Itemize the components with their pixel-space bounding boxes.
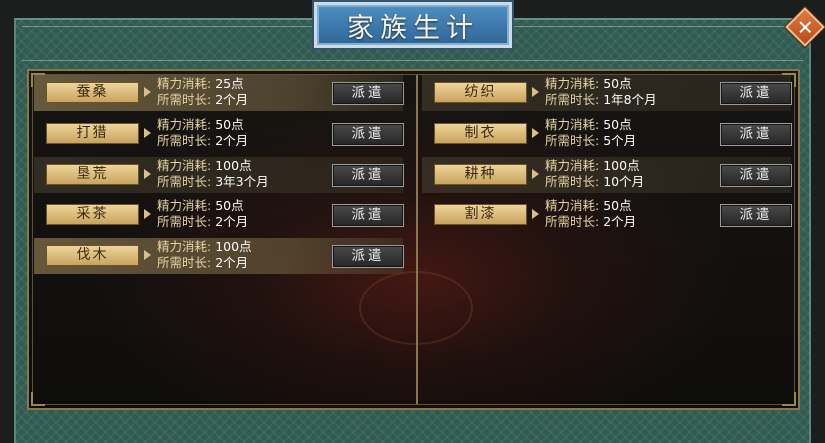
title-plaque: 家族生计 xyxy=(314,2,512,48)
task-row-left-2: 打猎 精力消耗: 50点 所需时长: 2个月 派遣 xyxy=(34,116,404,152)
duration-label: 所需时长: xyxy=(157,174,212,189)
arrow-right-icon xyxy=(532,128,539,138)
duration-label: 所需时长: xyxy=(545,214,600,229)
dispatch-button[interactable]: 派遣 xyxy=(332,164,404,187)
energy-value: 100点 xyxy=(215,239,252,254)
arrow-right-icon xyxy=(144,250,151,260)
energy-label: 精力消耗: xyxy=(545,117,600,132)
arrow-right-icon xyxy=(144,209,151,219)
task-info: 精力消耗: 25点 所需时长: 2个月 xyxy=(157,76,248,108)
column-divider xyxy=(416,75,418,404)
dispatch-button[interactable]: 派遣 xyxy=(720,164,792,187)
task-row-right-4: 割漆 精力消耗: 50点 所需时长: 2个月 派遣 xyxy=(422,197,792,233)
task-info: 精力消耗: 100点 所需时长: 3年3个月 xyxy=(157,158,269,190)
task-name-label: 蚕桑 xyxy=(46,82,139,103)
arrow-right-icon xyxy=(144,128,151,138)
duration-value: 2个月 xyxy=(215,214,249,229)
corner-ornament-top-left xyxy=(31,73,45,87)
duration-value: 2个月 xyxy=(215,92,249,107)
task-row-right-1: 纺织 精力消耗: 50点 所需时长: 1年8个月 派遣 xyxy=(422,75,792,111)
task-name-label: 纺织 xyxy=(434,82,527,103)
corner-ornament-bottom-left xyxy=(31,392,45,406)
task-name-label: 垦荒 xyxy=(46,164,139,185)
arrow-right-icon xyxy=(532,209,539,219)
dispatch-button[interactable]: 派遣 xyxy=(332,123,404,146)
duration-value: 2个月 xyxy=(215,133,249,148)
task-name-label: 打猎 xyxy=(46,123,139,144)
duration-label: 所需时长: xyxy=(157,133,212,148)
arrow-right-icon xyxy=(144,87,151,97)
task-row-right-3: 耕种 精力消耗: 100点 所需时长: 10个月 派遣 xyxy=(422,157,792,193)
task-info: 精力消耗: 100点 所需时长: 2个月 xyxy=(157,239,252,271)
duration-label: 所需时长: xyxy=(545,174,600,189)
corner-ornament-bottom-right xyxy=(782,392,796,406)
corner-ornament-top-right xyxy=(782,73,796,87)
dispatch-button[interactable]: 派遣 xyxy=(332,82,404,105)
energy-label: 精力消耗: xyxy=(545,198,600,213)
dispatch-button[interactable]: 派遣 xyxy=(720,204,792,227)
task-name-label: 采茶 xyxy=(46,204,139,225)
energy-value: 25点 xyxy=(215,76,244,91)
energy-label: 精力消耗: xyxy=(157,117,212,132)
task-row-right-2: 制衣 精力消耗: 50点 所需时长: 5个月 派遣 xyxy=(422,116,792,152)
task-info: 精力消耗: 50点 所需时长: 2个月 xyxy=(545,198,636,230)
energy-label: 精力消耗: xyxy=(545,158,600,173)
task-row-left-5: 伐木 精力消耗: 100点 所需时长: 2个月 派遣 xyxy=(34,238,404,274)
duration-value: 10个月 xyxy=(603,174,645,189)
task-info: 精力消耗: 50点 所需时长: 5个月 xyxy=(545,117,636,149)
energy-value: 50点 xyxy=(603,76,632,91)
energy-value: 100点 xyxy=(603,158,640,173)
task-name-label: 耕种 xyxy=(434,164,527,185)
energy-label: 精力消耗: xyxy=(545,76,600,91)
arrow-right-icon xyxy=(532,169,539,179)
energy-label: 精力消耗: xyxy=(157,239,212,254)
task-name-label: 伐木 xyxy=(46,245,139,266)
energy-value: 50点 xyxy=(603,117,632,132)
energy-value: 50点 xyxy=(215,198,244,213)
duration-value: 3年3个月 xyxy=(215,174,269,189)
task-info: 精力消耗: 100点 所需时长: 10个月 xyxy=(545,158,644,190)
task-info: 精力消耗: 50点 所需时长: 1年8个月 xyxy=(545,76,657,108)
duration-label: 所需时长: xyxy=(157,214,212,229)
duration-label: 所需时长: xyxy=(157,255,212,270)
dispatch-button[interactable]: 派遣 xyxy=(332,245,404,268)
task-row-left-4: 采茶 精力消耗: 50点 所需时长: 2个月 派遣 xyxy=(34,197,404,233)
energy-value: 100点 xyxy=(215,158,252,173)
task-info: 精力消耗: 50点 所需时长: 2个月 xyxy=(157,198,248,230)
duration-label: 所需时长: xyxy=(545,92,600,107)
dispatch-button[interactable]: 派遣 xyxy=(720,123,792,146)
frame-inner-rail xyxy=(22,60,803,61)
task-name-label: 制衣 xyxy=(434,123,527,144)
energy-value: 50点 xyxy=(215,117,244,132)
energy-value: 50点 xyxy=(603,198,632,213)
energy-label: 精力消耗: xyxy=(157,76,212,91)
arrow-right-icon xyxy=(532,87,539,97)
duration-value: 1年8个月 xyxy=(603,92,657,107)
dispatch-button[interactable]: 派遣 xyxy=(332,204,404,227)
close-icon: ✕ xyxy=(796,14,814,39)
duration-value: 2个月 xyxy=(215,255,249,270)
duration-label: 所需时长: xyxy=(157,92,212,107)
arrow-right-icon xyxy=(144,169,151,179)
window-title: 家族生计 xyxy=(347,12,479,44)
energy-label: 精力消耗: xyxy=(157,198,212,213)
task-row-left-3: 垦荒 精力消耗: 100点 所需时长: 3年3个月 派遣 xyxy=(34,157,404,193)
duration-label: 所需时长: xyxy=(545,133,600,148)
duration-value: 2个月 xyxy=(603,214,637,229)
task-info: 精力消耗: 50点 所需时长: 2个月 xyxy=(157,117,248,149)
duration-value: 5个月 xyxy=(603,133,637,148)
task-name-label: 割漆 xyxy=(434,204,527,225)
task-row-left-1: 蚕桑 精力消耗: 25点 所需时长: 2个月 派遣 xyxy=(34,75,404,111)
energy-label: 精力消耗: xyxy=(157,158,212,173)
task-panel: 蚕桑 精力消耗: 25点 所需时长: 2个月 派遣 打猎 精力消耗: 50点 所需时长… xyxy=(27,69,800,410)
